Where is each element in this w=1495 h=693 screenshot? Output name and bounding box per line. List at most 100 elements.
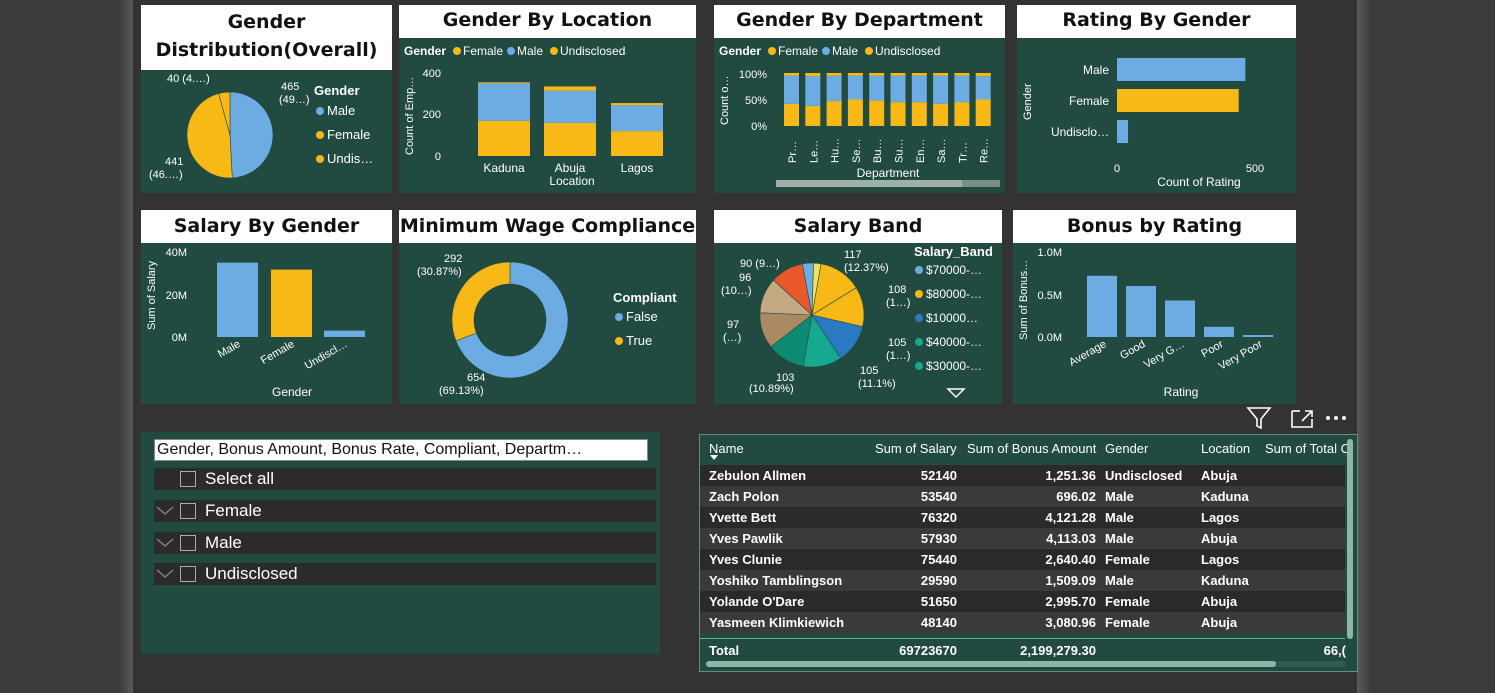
dept-bar-6-undisclosed[interactable]	[911, 73, 927, 76]
dept-bar-3-male[interactable]	[847, 75, 863, 100]
bar-lagos-male[interactable]	[611, 105, 663, 132]
bar-2[interactable]	[1165, 300, 1195, 337]
bar-3[interactable]	[1204, 326, 1234, 337]
checkbox[interactable]	[180, 566, 196, 582]
bar-0[interactable]	[217, 262, 258, 337]
bar-0[interactable]	[1117, 58, 1246, 81]
dept-bar-7-female[interactable]	[933, 103, 949, 126]
gender-location-visual[interactable]: Gender By Location Gender Female Male Un…	[399, 5, 696, 193]
filter-icon[interactable]	[1246, 407, 1272, 430]
table-row[interactable]: Yves Pawlik 57930 4,113.03 Male Abuja	[700, 528, 1345, 549]
dept-bar-7-undisclosed[interactable]	[933, 73, 949, 76]
slicer-item-undisclosed[interactable]: Undisclosed	[154, 563, 656, 585]
bar-1[interactable]	[1117, 89, 1239, 112]
bar-lagos-female[interactable]	[611, 131, 663, 156]
slicer-item-female[interactable]: Female	[154, 500, 656, 522]
table-row[interactable]: Zebulon Allmen 52140 1,251.36 Undisclosed Ab…	[700, 465, 1345, 486]
salary-band-visual[interactable]: Salary Band 117 (12.37%) 108 (1…) 105 (1…	[714, 210, 1002, 404]
dept-bar-0-female[interactable]	[784, 103, 799, 126]
header-gender[interactable]: Gender	[1105, 441, 1148, 456]
slicer-item-select-all[interactable]: Select all	[154, 468, 656, 490]
slicer-search-box[interactable]: Gender, Bonus Amount, Bonus Rate, Compli…	[154, 439, 648, 461]
scrollbar-thumb[interactable]	[776, 180, 962, 187]
dept-bar-8-undisclosed[interactable]	[954, 73, 970, 76]
dept-bar-3-undisclosed[interactable]	[847, 73, 863, 76]
dept-bar-0-male[interactable]	[784, 75, 799, 104]
x-tick-2: Very G…	[1142, 338, 1187, 371]
bar-1[interactable]	[1126, 286, 1156, 337]
dept-bar-3-female[interactable]	[847, 99, 863, 127]
x-tick-kaduna: Kaduna	[483, 161, 525, 175]
table-row[interactable]: Yvette Bett 76320 4,121.28 Male Lagos	[700, 507, 1345, 528]
vertical-scrollbar[interactable]	[1347, 439, 1353, 639]
legend-male: Male	[832, 44, 858, 58]
dept-bar-9-male[interactable]	[975, 76, 991, 100]
x-tick-8: Tr…	[957, 142, 969, 163]
dept-bar-2-male[interactable]	[826, 75, 842, 102]
header-total[interactable]: Sum of Total C	[1265, 441, 1350, 456]
dept-bar-7-male[interactable]	[933, 75, 949, 104]
gender-department-visual[interactable]: Gender By Department Gender Female Male …	[714, 5, 1005, 193]
dept-bar-1-male[interactable]	[805, 76, 821, 106]
bar-4[interactable]	[1243, 335, 1273, 337]
dept-bar-0-undisclosed[interactable]	[784, 73, 799, 76]
dept-bar-1-female[interactable]	[805, 105, 821, 126]
dept-bar-6-male[interactable]	[911, 75, 927, 103]
header-salary[interactable]: Sum of Salary	[875, 441, 957, 456]
bar-kaduna-undisclosed[interactable]	[478, 82, 530, 84]
bar-2[interactable]	[1117, 120, 1129, 143]
dept-bar-6-female[interactable]	[911, 102, 927, 126]
chevron-down-icon[interactable]	[155, 533, 175, 553]
bar-1[interactable]	[271, 269, 312, 337]
table-row[interactable]: Yoshiko Tamblingson 29590 1,509.09 Male Kadu…	[700, 570, 1345, 591]
bar-0[interactable]	[1087, 275, 1117, 337]
dept-bar-5-male[interactable]	[890, 75, 906, 103]
dept-bar-5-female[interactable]	[890, 102, 906, 126]
dept-bar-8-female[interactable]	[954, 102, 970, 126]
checkbox[interactable]	[180, 471, 196, 487]
checkbox[interactable]	[180, 503, 196, 519]
dept-bar-8-male[interactable]	[954, 75, 970, 103]
chevron-down-icon[interactable]	[155, 501, 175, 521]
dept-bar-2-undisclosed[interactable]	[826, 73, 842, 76]
bar-abuja-male[interactable]	[544, 90, 596, 123]
table-row[interactable]: Yves Clunie 75440 2,640.40 Female Lagos	[700, 549, 1345, 570]
bonus-rating-visual[interactable]: Bonus by Rating Sum of Bonus… 1.0M 0.5M …	[1013, 210, 1296, 404]
salary-gender-visual[interactable]: Salary By Gender Sum of Salary 40M 20M 0…	[141, 210, 392, 404]
table-row[interactable]: Yasmeen Klimkiewich 48140 3,080.96 Female Ab…	[700, 612, 1345, 633]
wage-compliance-visual[interactable]: Minimum Wage Compliance 292 (30.87%) 654…	[399, 210, 696, 404]
dept-bar-4-undisclosed[interactable]	[869, 73, 885, 76]
gender-pie-slice-0[interactable]	[229, 91, 274, 179]
dept-bar-2-female[interactable]	[826, 101, 842, 126]
bar-kaduna-female[interactable]	[478, 120, 530, 156]
employee-table[interactable]: Name Sum of Salary Sum of Bonus Amount G…	[699, 434, 1358, 672]
dept-bar-1-undisclosed[interactable]	[805, 73, 821, 77]
gender-slicer[interactable]: Gender, Bonus Amount, Bonus Rate, Compli…	[141, 432, 660, 654]
rating-gender-visual[interactable]: Rating By Gender Gender Male Female Undisc…	[1017, 5, 1296, 193]
checkbox[interactable]	[180, 535, 196, 551]
horizontal-scrollbar[interactable]	[706, 661, 1346, 667]
header-location[interactable]: Location	[1201, 441, 1250, 456]
dept-bar-4-male[interactable]	[869, 75, 885, 101]
bar-2[interactable]	[324, 330, 365, 337]
more-options-icon[interactable]	[1326, 416, 1346, 420]
gender-distribution-visual[interactable]: Gender Distribution(Overall) 40 (4.…) 46…	[141, 5, 392, 193]
bar-abuja-undisclosed[interactable]	[544, 86, 596, 91]
chevron-down-icon[interactable]	[155, 564, 175, 584]
dept-bar-9-undisclosed[interactable]	[975, 73, 991, 77]
slicer-item-male[interactable]: Male	[154, 532, 656, 554]
header-bonus[interactable]: Sum of Bonus Amount	[967, 441, 1096, 456]
bar-abuja-female[interactable]	[544, 122, 596, 156]
bar-kaduna-male[interactable]	[478, 83, 530, 121]
focus-mode-icon[interactable]	[1291, 410, 1313, 428]
table-row[interactable]: Yolande O'Dare 51650 2,995.70 Female Abuja	[700, 591, 1345, 612]
legend-scroll-down-icon[interactable]	[946, 388, 966, 399]
table-row[interactable]: Zach Polon 53540 696.02 Male Kaduna	[700, 486, 1345, 507]
bar-lagos-undisclosed[interactable]	[611, 103, 663, 106]
scrollbar-thumb[interactable]	[706, 661, 1276, 667]
dept-bar-4-female[interactable]	[869, 100, 885, 126]
dept-bar-5-undisclosed[interactable]	[890, 73, 906, 76]
sort-desc-icon[interactable]	[710, 455, 718, 460]
dept-bar-9-female[interactable]	[975, 99, 991, 127]
header-name[interactable]: Name	[709, 441, 744, 456]
